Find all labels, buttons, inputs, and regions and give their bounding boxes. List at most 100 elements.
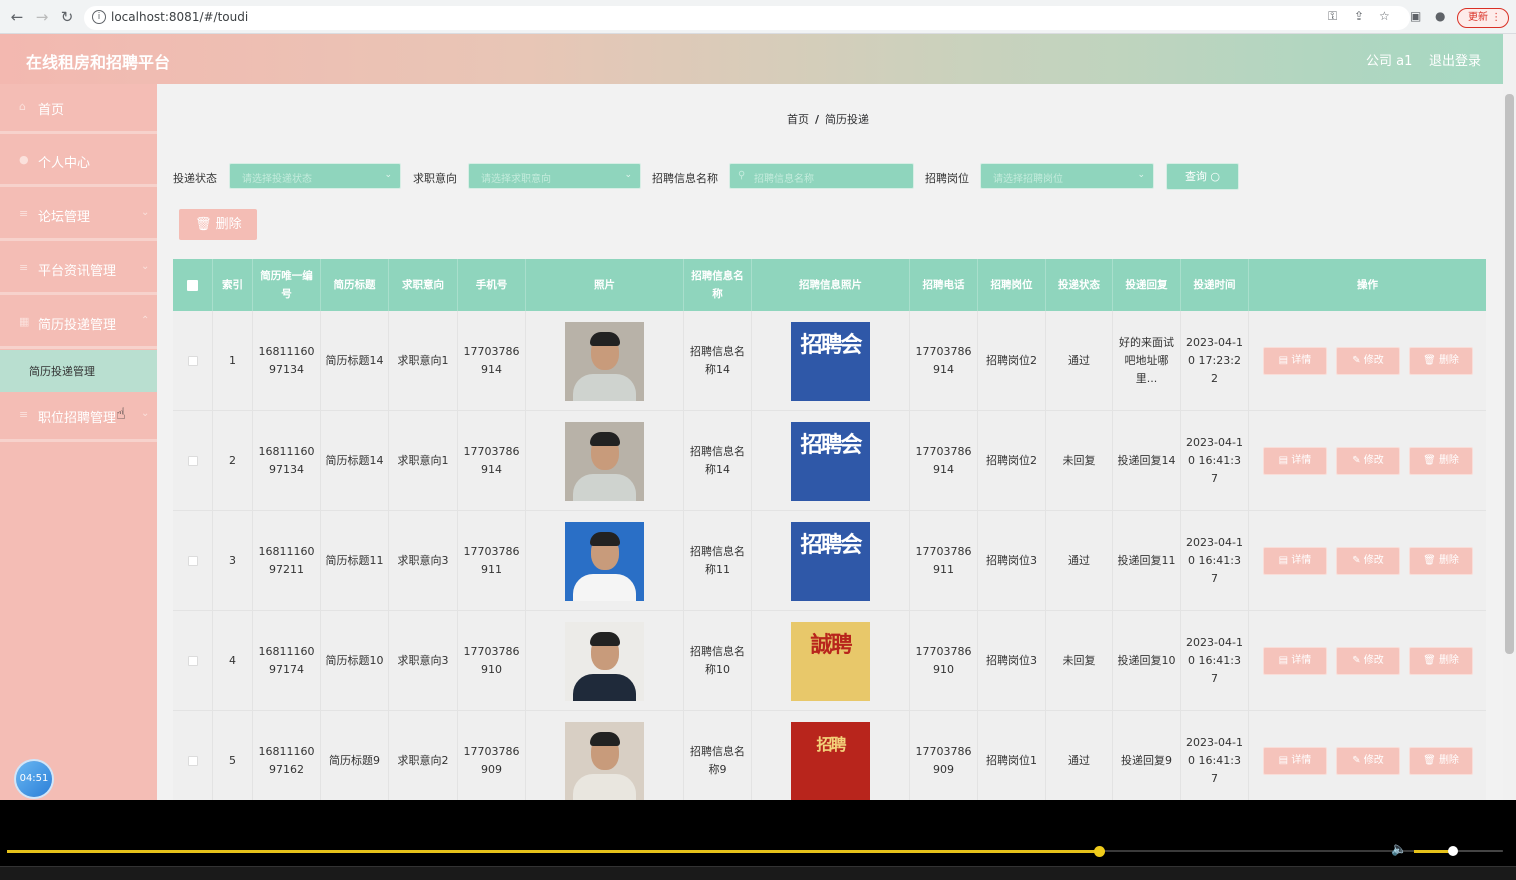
volume-icon[interactable]: 🔈 xyxy=(1391,842,1407,857)
resume-photo[interactable] xyxy=(565,321,644,401)
status-filter-label: 投递状态 xyxy=(173,172,217,185)
address-bar[interactable]: i localhost:8081/#/toudi xyxy=(84,6,1410,30)
share-icon[interactable]: ⇪ xyxy=(1354,9,1364,23)
volume-handle[interactable] xyxy=(1448,846,1458,856)
cell-reply: 投递回复10 xyxy=(1113,611,1181,711)
sidebar-item-profile[interactable]: ● 个人中心 xyxy=(0,137,157,187)
reload-icon[interactable]: ↻ xyxy=(58,8,76,26)
header-select-all[interactable] xyxy=(173,259,213,311)
profile-icon[interactable]: ● xyxy=(1435,9,1445,23)
detail-button[interactable]: ▤ 详情 xyxy=(1263,347,1327,375)
column-header: 求职意向 xyxy=(389,259,458,311)
sidebar-item-label: 个人中心 xyxy=(38,156,91,171)
edit-button[interactable]: ✎ 修改 xyxy=(1336,447,1400,475)
detail-button[interactable]: ▤ 详情 xyxy=(1263,447,1327,475)
column-header: 招聘电话 xyxy=(910,259,978,311)
delete-button[interactable]: 🗑 删除 xyxy=(1409,447,1473,475)
update-button[interactable]: 更新 ⋮ xyxy=(1457,8,1509,28)
key-icon[interactable]: ⚿ xyxy=(1328,9,1337,24)
delete-button[interactable]: 🗑 删除 xyxy=(1409,647,1473,675)
delete-button[interactable]: 🗑 删除 xyxy=(1409,547,1473,575)
intent-filter-label: 求职意向 xyxy=(413,172,457,185)
cell-status: 未回复 xyxy=(1046,411,1113,511)
sidebar-subitem-resume[interactable]: 简历投递管理 xyxy=(0,350,157,392)
cell-job-name: 招聘信息名称11 xyxy=(684,511,752,611)
edit-button[interactable]: ✎ 修改 xyxy=(1336,747,1400,775)
status-select[interactable]: 请选择投递状态 ⌄ xyxy=(229,163,401,189)
delete-button[interactable]: 🗑 删除 xyxy=(1409,747,1473,775)
sidebar-item-forum[interactable]: ≡ 论坛管理 ⌄ xyxy=(0,191,157,241)
delete-button[interactable]: 🗑 删除 xyxy=(1409,347,1473,375)
cell-index: 3 xyxy=(213,511,253,611)
progress-handle[interactable] xyxy=(1094,846,1105,857)
back-icon[interactable]: ← xyxy=(8,8,26,26)
resume-photo[interactable] xyxy=(565,621,644,701)
cell-job-phone: 17703786911 xyxy=(910,511,978,611)
position-select[interactable]: 请选择招聘岗位 ⌄ xyxy=(980,163,1154,189)
detail-button[interactable]: ▤ 详情 xyxy=(1263,547,1327,575)
job-name-input[interactable]: ⚲ 招聘信息名称 xyxy=(729,163,914,189)
row-checkbox[interactable] xyxy=(187,456,198,466)
action-label: 删除 xyxy=(1438,355,1459,366)
batch-delete-button[interactable]: 🗑 删除 xyxy=(179,209,257,240)
table-row: 5 1681116097162 简历标题9 求职意向2 17703786909 招聘信息名… xyxy=(173,711,1486,800)
intent-select[interactable]: 请选择求职意向 ⌄ xyxy=(468,163,641,189)
cell-intent: 求职意向2 xyxy=(389,711,458,800)
photo-body xyxy=(573,673,636,701)
action-label: 修改 xyxy=(1363,355,1384,366)
info-icon[interactable]: i xyxy=(92,10,106,24)
resume-photo[interactable] xyxy=(565,521,644,601)
column-header: 简历唯一编号 xyxy=(253,259,321,311)
job-poster-image[interactable]: 招聘会 xyxy=(791,421,870,501)
sidebar-item-jobs[interactable]: ≡ 职位招聘管理 ⌄ xyxy=(0,392,157,442)
scroll-thumb[interactable] xyxy=(1505,94,1514,654)
menu-icon: ≡ xyxy=(19,408,29,421)
job-poster-image[interactable]: 誠聘 xyxy=(791,621,870,701)
sidepanel-icon[interactable]: ▣ xyxy=(1410,9,1421,23)
query-button[interactable]: 查询 ○ xyxy=(1166,163,1239,190)
job-poster-image[interactable]: 招聘 xyxy=(791,721,870,800)
cell-resume-title: 简历标题10 xyxy=(321,611,389,711)
row-checkbox[interactable] xyxy=(187,556,198,566)
breadcrumb-separator: / xyxy=(815,113,820,126)
row-checkbox[interactable] xyxy=(187,356,198,366)
cell-resume-id: 1681116097134 xyxy=(253,411,321,511)
detail-button[interactable]: ▤ 详情 xyxy=(1263,747,1327,775)
photo-body xyxy=(573,773,636,800)
cell-resume-id: 1681116097174 xyxy=(253,611,321,711)
edit-button[interactable]: ✎ 修改 xyxy=(1336,647,1400,675)
page-scrollbar[interactable] xyxy=(1503,34,1516,800)
action-label: 删除 xyxy=(1438,655,1459,666)
job-poster-image[interactable]: 招聘会 xyxy=(791,321,870,401)
edit-button[interactable]: ✎ 修改 xyxy=(1336,347,1400,375)
sidebar-item-resume[interactable]: ▦ 简历投递管理 ⌃ xyxy=(0,299,157,349)
edit-button[interactable]: ✎ 修改 xyxy=(1336,547,1400,575)
resume-photo[interactable] xyxy=(565,421,644,501)
job-poster-image[interactable]: 招聘会 xyxy=(791,521,870,601)
logout-link[interactable]: 退出登录 xyxy=(1429,50,1481,69)
select-all-checkbox[interactable] xyxy=(187,279,198,291)
cell-phone: 17703786910 xyxy=(458,611,526,711)
trash-icon: 🗑 xyxy=(1423,455,1439,466)
job-photo-cell: 招聘会 xyxy=(752,511,910,611)
column-header: 招聘信息照片 xyxy=(752,259,910,311)
clock-badge[interactable]: 04:51 xyxy=(16,761,52,797)
grid-icon: ▦ xyxy=(19,315,30,328)
sidebar-item-news[interactable]: ≡ 平台资讯管理 ⌄ xyxy=(0,245,157,295)
action-label: 修改 xyxy=(1363,555,1384,566)
trash-icon: 🗑 xyxy=(1423,555,1439,566)
row-checkbox[interactable] xyxy=(187,756,198,766)
actions-cell: ▤ 详情 ✎ 修改 🗑 删除 xyxy=(1249,511,1486,611)
breadcrumb-home[interactable]: 首页 xyxy=(787,113,809,126)
row-checkbox[interactable] xyxy=(187,656,198,666)
column-header: 索引 xyxy=(213,259,253,311)
job-photo-cell: 誠聘 xyxy=(752,611,910,711)
sidebar-item-home[interactable]: ⌂ 首页 xyxy=(0,84,157,134)
resume-photo[interactable] xyxy=(565,721,644,800)
detail-button[interactable]: ▤ 详情 xyxy=(1263,647,1327,675)
forward-icon[interactable]: → xyxy=(33,8,51,26)
detail-icon: ▤ xyxy=(1278,655,1292,666)
star-icon[interactable]: ☆ xyxy=(1379,9,1390,23)
current-user[interactable]: 公司 a1 xyxy=(1366,50,1412,69)
intent-placeholder: 请选择求职意向 xyxy=(481,174,551,185)
